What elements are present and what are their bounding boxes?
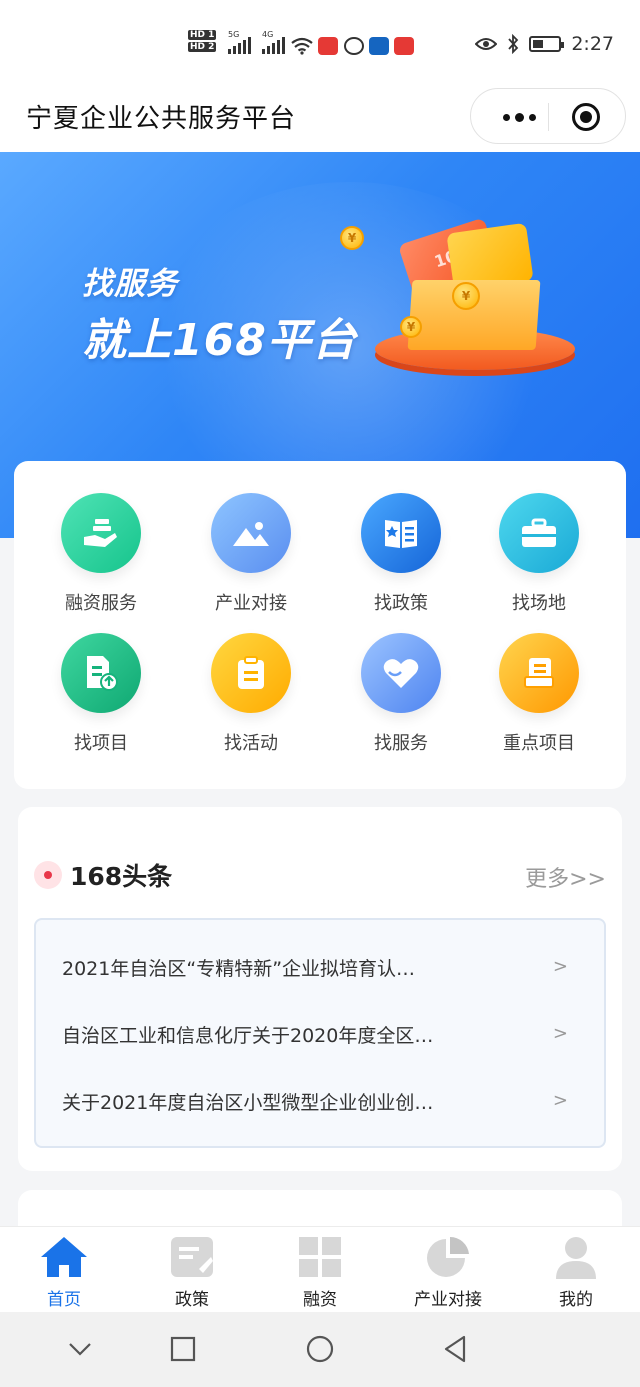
- bluetooth-icon: [508, 34, 519, 54]
- tab-finance[interactable]: 融资: [256, 1233, 384, 1310]
- coin-icon: ¥: [400, 316, 422, 338]
- news-item-text: 2021年自治区“专精特新”企业拟培育认…: [62, 958, 416, 980]
- grid-label: 找活动: [224, 733, 278, 754]
- grid-item-policy[interactable]: 找政策: [326, 493, 476, 615]
- more-menu-icon[interactable]: [489, 89, 549, 145]
- grid-item-service[interactable]: 找服务: [326, 633, 476, 755]
- banner-subheadline: 就上168平台: [82, 315, 357, 366]
- hand-notify-icon: [344, 37, 364, 55]
- signal-4g-icon: 4G: [262, 30, 285, 54]
- status-bar: HD 1 HD 2 5G 4G 2:27: [0, 0, 640, 90]
- close-miniprogram-icon[interactable]: [572, 103, 600, 131]
- pie-chart-icon: [423, 1233, 473, 1281]
- tab-label: 融资: [303, 1290, 337, 1310]
- grid-item-key-project[interactable]: 重点项目: [464, 633, 614, 755]
- user-icon: [551, 1233, 601, 1281]
- grid-item-project[interactable]: 找项目: [26, 633, 176, 755]
- news-title: 168头条: [70, 862, 173, 891]
- net-5g-label: 5G: [228, 30, 240, 39]
- grid-label: 找场地: [512, 593, 566, 614]
- news-item-text: 自治区工业和信息化厅关于2020年度全区…: [62, 1025, 434, 1047]
- finance-hand-icon: [61, 493, 141, 573]
- mini-program-titlebar: 宁夏企业公共服务平台: [0, 80, 640, 152]
- system-navigation-bar: [0, 1312, 640, 1387]
- capsule-divider: [548, 103, 549, 131]
- grid-label: 产业对接: [215, 593, 287, 614]
- grid-label: 重点项目: [503, 733, 575, 754]
- news-item[interactable]: 2021年自治区“专精特新”企业拟培育认… >: [36, 934, 604, 1001]
- app12123-icon: [369, 37, 389, 55]
- policy-icon: [167, 1233, 217, 1281]
- app-notify-icon: [318, 37, 338, 55]
- grid-item-venue[interactable]: 找场地: [464, 493, 614, 615]
- key-project-icon: [499, 633, 579, 713]
- policy-book-icon: [361, 493, 441, 573]
- home-button-icon[interactable]: [303, 1332, 337, 1366]
- chevron-down-icon[interactable]: [66, 1332, 94, 1366]
- hd1-badge: HD 1: [188, 30, 217, 40]
- bottom-tabbar: 首页 政策 融资 产业对接 我的: [0, 1226, 640, 1312]
- grid-item-industry[interactable]: 产业对接: [176, 493, 326, 615]
- clock: 2:27: [571, 33, 614, 55]
- coin-icon: ¥: [452, 282, 480, 310]
- tab-label: 产业对接: [414, 1290, 482, 1310]
- news-header: 168头条: [34, 857, 172, 893]
- recent-apps-icon[interactable]: [168, 1332, 198, 1366]
- activity-list-icon: [211, 633, 291, 713]
- tab-label: 首页: [47, 1290, 81, 1310]
- eye-icon: [475, 38, 498, 50]
- more-link[interactable]: 更多>>: [525, 861, 606, 893]
- page-title: 宁夏企业公共服务平台: [26, 104, 297, 134]
- banner-headline: 找服务: [82, 266, 178, 302]
- grid-item-finance[interactable]: 融资服务: [26, 493, 176, 615]
- mountain-image-icon: [211, 493, 291, 573]
- grid-item-activity[interactable]: 找活动: [176, 633, 326, 755]
- tab-mine[interactable]: 我的: [512, 1233, 640, 1310]
- battery-icon: [529, 36, 565, 52]
- news-item[interactable]: 关于2021年度自治区小型微型企业创业创… >: [36, 1068, 604, 1135]
- news-section: 168头条 更多>> 2021年自治区“专精特新”企业拟培育认… > 自治区工业…: [18, 807, 622, 1171]
- news-list: 2021年自治区“专精特新”企业拟培育认… > 自治区工业和信息化厅关于2020…: [34, 918, 606, 1148]
- tab-home[interactable]: 首页: [0, 1233, 128, 1310]
- grid-label: 找政策: [374, 593, 428, 614]
- grid-label: 融资服务: [65, 593, 137, 614]
- signal-5g-icon: 5G: [228, 30, 251, 54]
- back-icon[interactable]: [440, 1332, 470, 1366]
- hd2-badge: HD 2: [188, 42, 217, 52]
- app-red-icon: [394, 37, 414, 55]
- grid-label: 找项目: [74, 733, 128, 754]
- chevron-right-icon: >: [552, 1023, 568, 1044]
- briefcase-icon: [499, 493, 579, 573]
- news-item-text: 关于2021年度自治区小型微型企业创业创…: [62, 1092, 434, 1114]
- service-grid: 融资服务 产业对接 找政策 找场地 找项目 找活动 找服务 重点项目: [14, 461, 626, 789]
- tab-label: 政策: [175, 1290, 209, 1310]
- wifi-icon: [291, 37, 313, 55]
- coin-icon: ¥: [340, 226, 364, 250]
- tab-industry[interactable]: 产业对接: [384, 1233, 512, 1310]
- heart-service-icon: [361, 633, 441, 713]
- project-upload-icon: [61, 633, 141, 713]
- chevron-right-icon: >: [552, 1090, 568, 1111]
- news-item[interactable]: 自治区工业和信息化厅关于2020年度全区… >: [36, 1001, 604, 1068]
- capsule-menu: [470, 88, 626, 144]
- news-dot-icon: [34, 861, 62, 889]
- sim-indicator: HD 1 HD 2: [188, 30, 217, 54]
- chevron-right-icon: >: [552, 956, 568, 977]
- tab-policy[interactable]: 政策: [128, 1233, 256, 1310]
- grid-icon: [295, 1233, 345, 1281]
- home-icon: [39, 1233, 89, 1281]
- grid-label: 找服务: [374, 733, 428, 754]
- net-4g-label: 4G: [262, 30, 274, 39]
- tab-label: 我的: [559, 1290, 593, 1310]
